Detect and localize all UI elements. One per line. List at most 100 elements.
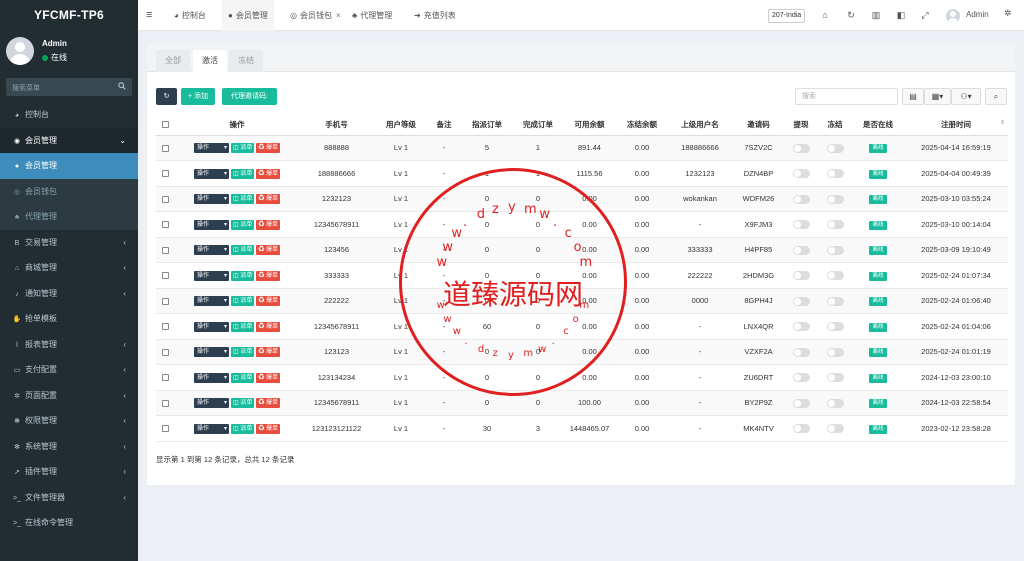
column-header-register-time[interactable]: 注册时间 ⇕ <box>904 114 1008 136</box>
sidebar-item-online-command[interactable]: >_ 在线命令管理 <box>0 510 138 536</box>
row-select[interactable] <box>156 135 175 161</box>
row-checkbox[interactable] <box>162 170 169 178</box>
sidebar-item-system[interactable]: ✻ 系统管理 ‹ <box>0 434 138 460</box>
tab-all[interactable]: 全部 <box>156 50 190 72</box>
burst-order-button[interactable]: ♻ 爆单 <box>256 321 281 332</box>
sidebar-item-page-config[interactable]: ✲ 页面配置 ‹ <box>0 383 138 409</box>
operation-dropdown-button[interactable]: 操作 <box>193 168 229 179</box>
dispatch-order-button[interactable]: ◫ 派单 <box>230 270 255 281</box>
row-select[interactable] <box>156 288 175 314</box>
column-header[interactable]: 手机号 <box>299 114 374 136</box>
sidebar-item-permission[interactable]: ❋ 权限管理 ‹ <box>0 408 138 434</box>
sidebar-item-agent-management[interactable]: ♣ 代理管理 <box>0 204 138 230</box>
sidebar-item-shop[interactable]: ⌂ 商城管理 ‹ <box>0 255 138 281</box>
dispatch-order-button[interactable]: ◫ 派单 <box>230 219 255 230</box>
dispatch-order-button[interactable]: ◫ 派单 <box>230 168 255 179</box>
agent-invite-code-button[interactable]: 代理邀请码: <box>222 88 277 105</box>
burst-order-button[interactable]: ♻ 爆单 <box>256 168 281 179</box>
advanced-search-button[interactable]: ⌕ <box>985 88 1007 105</box>
columns-button[interactable]: ▦▾ <box>924 88 951 105</box>
burst-order-button[interactable]: ♻ 爆单 <box>256 372 281 383</box>
freeze-toggle[interactable] <box>826 220 844 229</box>
row-select[interactable] <box>156 211 175 238</box>
row-checkbox[interactable] <box>162 195 169 203</box>
sidebar-item-member-wallet[interactable]: ◎ 会员钱包 <box>0 178 138 204</box>
operation-dropdown-button[interactable]: 操作 <box>193 143 229 154</box>
row-select[interactable] <box>156 364 175 391</box>
fullscreen-icon[interactable]: ⤢ <box>918 8 932 22</box>
dispatch-order-button[interactable]: ◫ 派单 <box>230 398 255 409</box>
freeze-toggle[interactable] <box>826 245 844 255</box>
row-select[interactable] <box>156 160 175 187</box>
row-select[interactable] <box>156 262 175 289</box>
row-select[interactable] <box>156 415 175 442</box>
withdraw-toggle[interactable] <box>792 347 810 357</box>
row-checkbox[interactable] <box>162 425 169 433</box>
search-input[interactable]: 搜索 <box>795 88 898 105</box>
operation-dropdown-button[interactable]: 操作 <box>193 219 229 230</box>
withdraw-toggle[interactable] <box>792 169 810 178</box>
tab-agent-management[interactable]: ♣ 代理管理 <box>346 0 398 31</box>
row-checkbox[interactable] <box>162 374 169 382</box>
freeze-toggle[interactable] <box>826 169 844 178</box>
select-all-header[interactable] <box>156 114 175 136</box>
row-checkbox[interactable] <box>162 221 169 229</box>
admin-name[interactable]: Admin <box>966 10 989 19</box>
export-button[interactable]: ⚇▾ <box>951 88 981 105</box>
freeze-toggle[interactable] <box>826 143 844 153</box>
withdraw-toggle[interactable] <box>792 322 810 331</box>
row-checkbox[interactable] <box>162 144 169 152</box>
withdraw-toggle[interactable] <box>792 424 810 433</box>
operation-dropdown-button[interactable]: 操作 <box>193 372 229 383</box>
sidebar-search-input[interactable]: 搜索菜单 <box>6 78 132 96</box>
freeze-toggle[interactable] <box>826 373 844 382</box>
site-select[interactable]: 207-India <box>768 9 806 23</box>
row-checkbox[interactable] <box>162 297 169 305</box>
operation-dropdown-button[interactable]: 操作 <box>193 245 229 256</box>
row-select[interactable] <box>156 313 175 340</box>
operation-dropdown-button[interactable]: 操作 <box>193 270 229 281</box>
freeze-toggle[interactable] <box>826 194 844 204</box>
dispatch-order-button[interactable]: ◫ 派单 <box>230 423 255 434</box>
row-checkbox[interactable] <box>162 399 169 407</box>
select-all-checkbox[interactable] <box>162 121 169 129</box>
row-checkbox[interactable] <box>162 246 169 254</box>
operation-dropdown-button[interactable]: 操作 <box>193 321 229 332</box>
dispatch-order-button[interactable]: ◫ 派单 <box>230 194 255 205</box>
withdraw-toggle[interactable] <box>792 245 810 255</box>
tab-dashboard[interactable]: ◕ 控制台 <box>168 0 212 31</box>
avatar[interactable] <box>946 9 960 23</box>
dispatch-order-button[interactable]: ◫ 派单 <box>230 372 255 383</box>
freeze-toggle[interactable] <box>826 347 844 357</box>
sort-icon[interactable]: ⇕ <box>1000 119 1005 126</box>
dispatch-order-button[interactable]: ◫ 派单 <box>230 143 255 154</box>
refresh-button[interactable]: ↻ <box>156 88 177 105</box>
withdraw-toggle[interactable] <box>792 220 810 229</box>
withdraw-toggle[interactable] <box>792 143 810 153</box>
dispatch-order-button[interactable]: ◫ 派单 <box>230 347 255 358</box>
trash-icon[interactable]: ▥ <box>869 8 883 22</box>
dispatch-order-button[interactable]: ◫ 派单 <box>230 245 255 256</box>
sidebar-item-member-management[interactable]: ◉ 会员管理 ⌄ <box>0 127 138 153</box>
row-select[interactable] <box>156 237 175 263</box>
tab-member-wallet[interactable]: ◎ 会员钱包 × <box>284 0 347 31</box>
withdraw-toggle[interactable] <box>792 271 810 280</box>
operation-dropdown-button[interactable]: 操作 <box>193 194 229 205</box>
sidebar-item-trade[interactable]: B 交易管理 ‹ <box>0 230 138 256</box>
freeze-toggle[interactable] <box>826 424 844 433</box>
row-checkbox[interactable] <box>162 323 169 331</box>
close-icon[interactable]: × <box>336 11 341 20</box>
burst-order-button[interactable]: ♻ 爆单 <box>256 245 281 256</box>
burst-order-button[interactable]: ♻ 爆单 <box>256 194 281 205</box>
search-icon[interactable] <box>118 82 126 90</box>
dispatch-order-button[interactable]: ◫ 派单 <box>230 296 255 307</box>
sidebar-item-file-manager[interactable]: >_ 文件管理器 ‹ <box>0 485 138 511</box>
tab-frozen[interactable]: 冻结 <box>229 50 263 72</box>
withdraw-toggle[interactable] <box>792 398 810 408</box>
add-button[interactable]: + 添加 <box>181 88 215 105</box>
sidebar-item-report[interactable]: ⌇ 报表管理 ‹ <box>0 332 138 358</box>
row-select[interactable] <box>156 390 175 416</box>
app-logo[interactable]: YFCMF-TP6 <box>0 0 138 31</box>
sidebar-item-dashboard[interactable]: ◕ 控制台 <box>0 102 138 128</box>
freeze-toggle[interactable] <box>826 296 844 306</box>
